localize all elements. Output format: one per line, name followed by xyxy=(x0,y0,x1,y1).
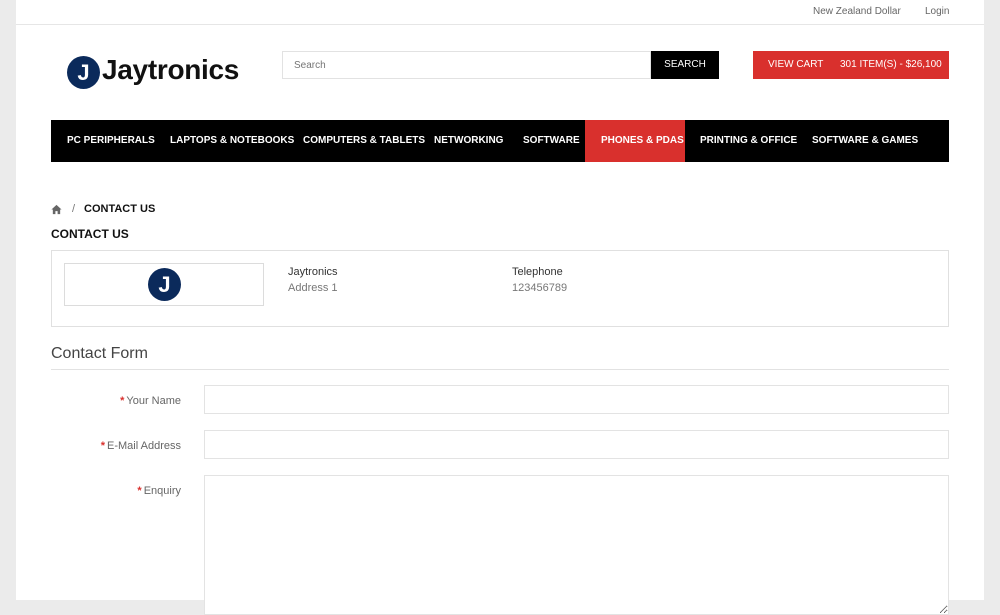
required-marker: * xyxy=(137,485,142,497)
name-label: * Your Name xyxy=(31,395,181,407)
email-label-text: E-Mail Address xyxy=(107,440,181,452)
enquiry-label-text: Enquiry xyxy=(143,485,181,497)
logo-mark: J xyxy=(67,56,100,89)
enquiry-label: * Enquiry xyxy=(31,485,181,497)
nav-item-pc-peripherals[interactable]: PC PERIPHERALS xyxy=(51,120,171,162)
nav-item-software[interactable]: SOFTWARE xyxy=(507,120,596,162)
name-label-text: Your Name xyxy=(126,395,181,407)
home-icon[interactable] xyxy=(51,204,62,215)
name-field[interactable] xyxy=(204,385,949,414)
nav-item-software-games[interactable]: SOFTWARE & GAMES xyxy=(796,120,934,162)
required-marker: * xyxy=(100,440,106,452)
nav-item-phones-pdas[interactable]: PHONES & PDAS xyxy=(585,120,685,162)
store-name: Jaytronics xyxy=(288,266,338,278)
search-input[interactable] xyxy=(282,51,651,79)
store-info-panel: J Jaytronics Address 1 Telephone 1234567… xyxy=(51,250,949,327)
breadcrumb-separator: / xyxy=(72,203,76,215)
store-address: Address 1 xyxy=(288,282,338,294)
store-logo-box: J xyxy=(64,263,264,306)
breadcrumb-current: CONTACT US xyxy=(84,203,156,215)
page-title: CONTACT US xyxy=(51,227,129,241)
login-link[interactable]: Login xyxy=(925,6,949,17)
main-nav: PC PERIPHERALS LAPTOPS & NOTEBOOKS COMPU… xyxy=(51,120,949,162)
telephone-label: Telephone xyxy=(512,266,563,278)
view-cart-button[interactable]: VIEW CART 301 ITEM(S) - $26,100 xyxy=(753,51,949,79)
page: New Zealand Dollar Login J Jaytronics SE… xyxy=(16,0,984,615)
cart-summary: 301 ITEM(S) - $26,100 xyxy=(840,59,942,70)
email-label: * E-Mail Address xyxy=(31,440,181,452)
nav-item-networking[interactable]: NETWORKING xyxy=(418,120,519,162)
currency-selector[interactable]: New Zealand Dollar xyxy=(813,6,901,17)
logo-text: Jaytronics xyxy=(102,54,240,85)
cart-label: VIEW CART xyxy=(768,59,824,70)
search-button[interactable]: SEARCH xyxy=(651,51,719,79)
form-divider xyxy=(51,369,949,370)
form-title: Contact Form xyxy=(51,345,148,362)
email-field[interactable] xyxy=(204,430,949,459)
top-bar: New Zealand Dollar Login xyxy=(16,0,984,25)
telephone-value: 123456789 xyxy=(512,282,568,294)
store-logo-icon: J xyxy=(148,268,181,301)
nav-item-printing-office[interactable]: PRINTING & OFFICE xyxy=(684,120,813,162)
required-marker: * xyxy=(120,395,125,407)
enquiry-field[interactable] xyxy=(204,475,949,615)
